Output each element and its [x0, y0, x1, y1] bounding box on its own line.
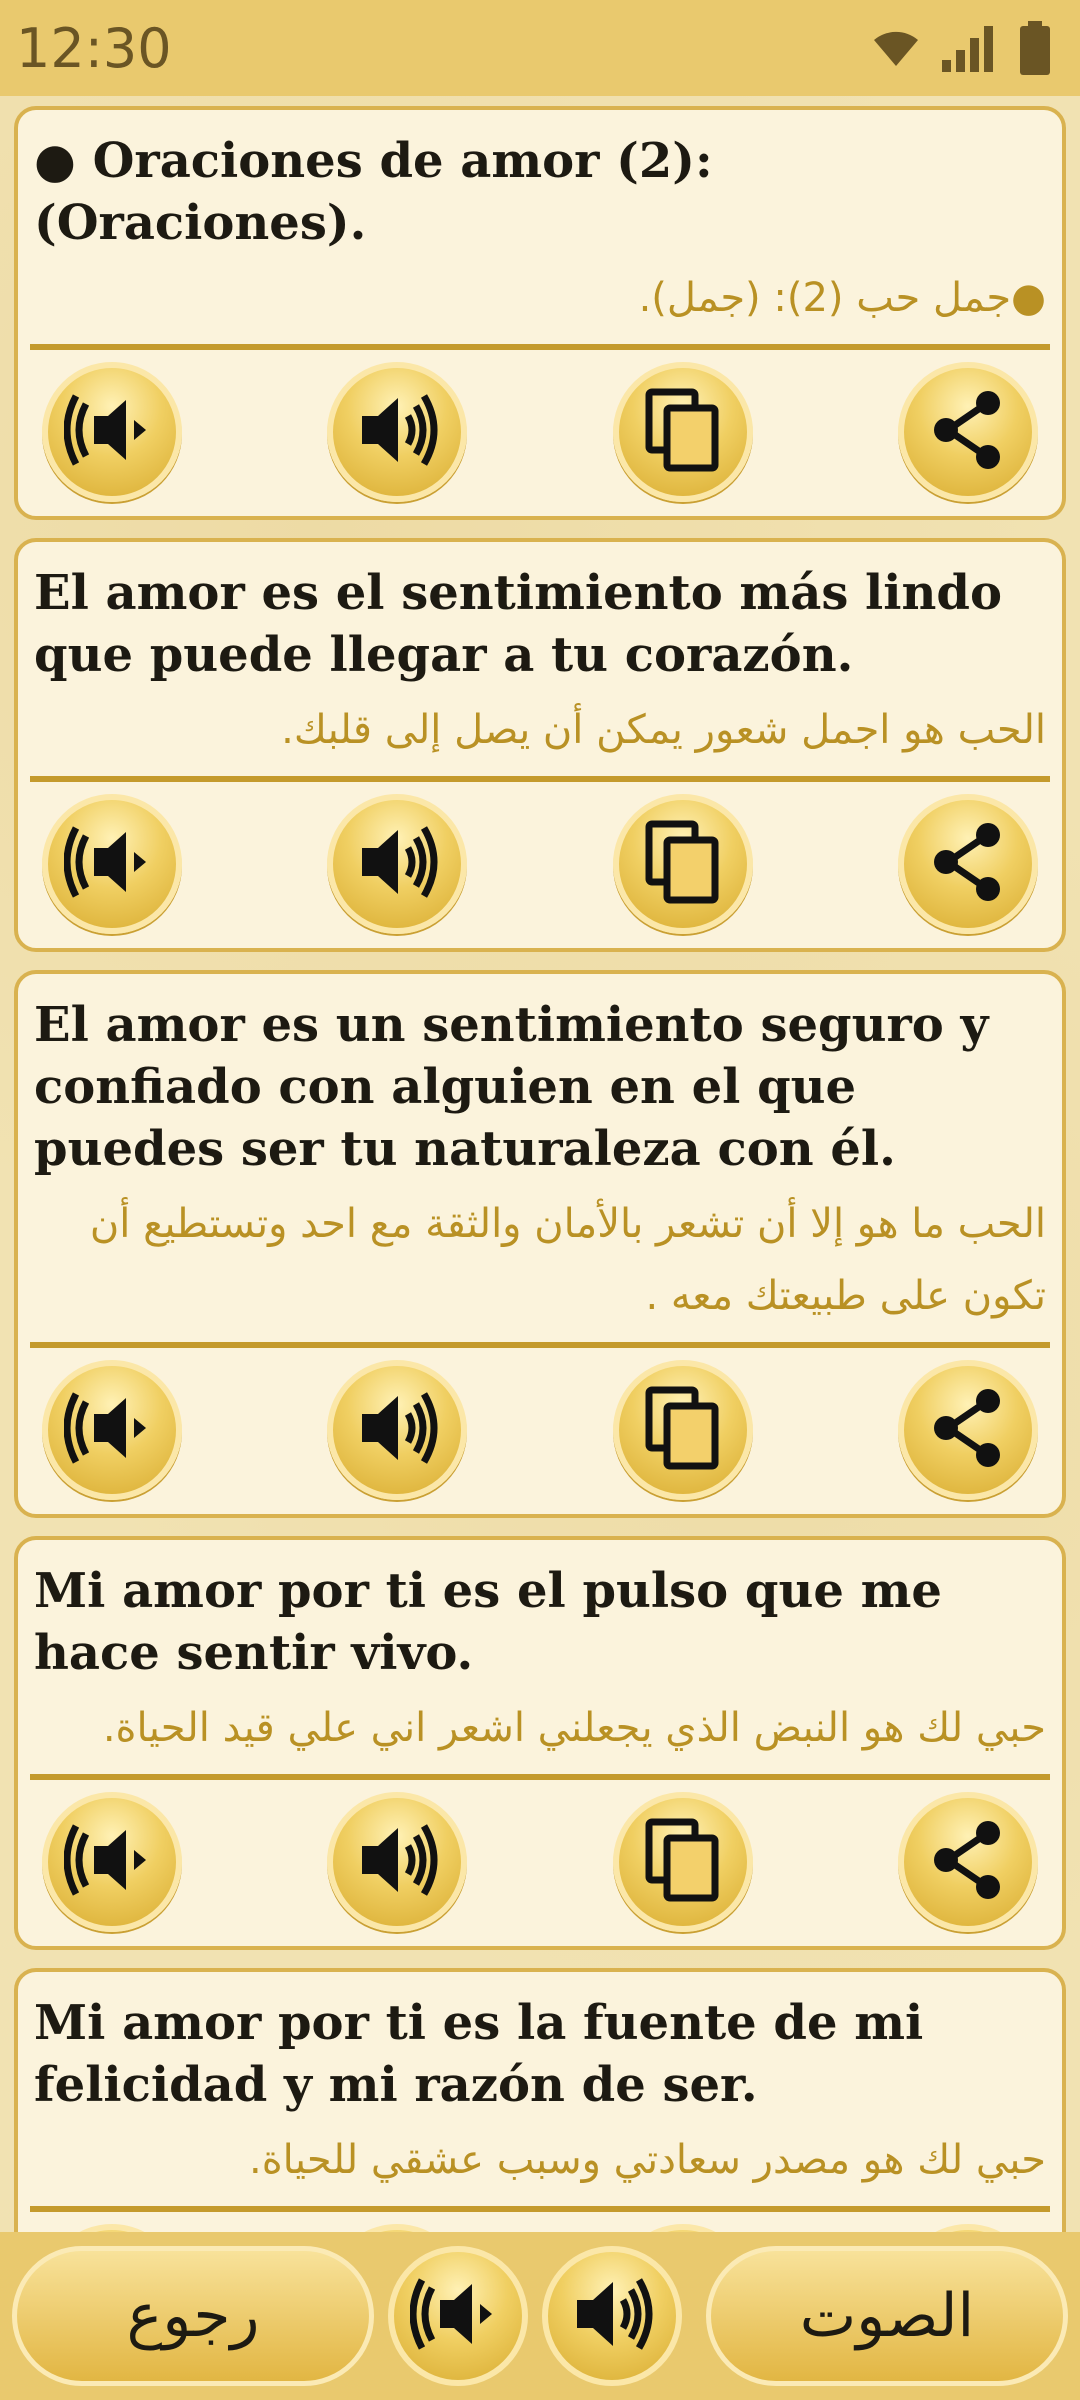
play-button[interactable] — [327, 362, 468, 502]
copy-button[interactable] — [612, 794, 753, 934]
play-button[interactable] — [327, 1360, 468, 1500]
phrase-card: Mi amor por ti es el pulso que me hace s… — [14, 1536, 1066, 1950]
share-icon — [928, 390, 1008, 474]
phrase-card: El amor es un sentimiento seguro y confi… — [14, 970, 1066, 1518]
spanish-text: El amor es el sentimiento más lindo que … — [34, 565, 1002, 683]
slow-speaker-icon — [63, 390, 160, 474]
slow-speaker-icon — [409, 2274, 506, 2358]
share-icon — [928, 1820, 1008, 1904]
slow-speaker-icon — [63, 1388, 160, 1472]
card-actions — [28, 350, 1052, 516]
copy-button[interactable] — [612, 362, 753, 502]
speaker-icon — [352, 822, 442, 906]
spanish-text: El amor es un sentimiento seguro y confi… — [34, 997, 989, 1177]
copy-icon — [643, 820, 723, 908]
play-all-button[interactable] — [542, 2246, 682, 2386]
phrase-card: Mi amor por ti es la fuente de mi felici… — [14, 1968, 1066, 2232]
slow-speaker-icon — [63, 1820, 160, 1904]
copy-icon — [643, 1818, 723, 1906]
share-icon — [928, 822, 1008, 906]
arabic-text: ●جمل حب (2): (جمل). — [638, 275, 1046, 321]
speaker-icon — [567, 2274, 657, 2358]
slow-play-all-button[interactable] — [388, 2246, 528, 2386]
speaker-icon — [352, 390, 442, 474]
share-button[interactable] — [897, 1792, 1038, 1932]
status-time: 12:30 — [16, 16, 172, 80]
play-button[interactable] — [327, 2224, 468, 2232]
slow-play-button[interactable] — [42, 2224, 182, 2232]
copy-button[interactable] — [612, 1360, 753, 1500]
arabic-text: حبي لك هو النبض الذي يجعلني اشعر اني علي… — [102, 1705, 1046, 1751]
phrase-card: ● Oraciones de amor (2): (Oraciones). ●ج… — [14, 106, 1066, 520]
card-actions — [28, 2212, 1052, 2232]
speaker-icon — [352, 1388, 442, 1472]
status-icons — [870, 21, 1052, 75]
battery-icon — [1018, 21, 1052, 75]
back-button[interactable]: رجوع — [12, 2246, 374, 2386]
play-button[interactable] — [327, 794, 468, 934]
share-button[interactable] — [897, 794, 1038, 934]
copy-button[interactable] — [612, 2224, 753, 2232]
slow-play-button[interactable] — [42, 362, 182, 502]
arabic-text: حبي لك هو مصدر سعادتي وسبب عشقي للحياة. — [249, 2137, 1046, 2183]
spanish-text: ● Oraciones de amor (2): (Oraciones). — [34, 133, 713, 251]
spanish-text: Mi amor por ti es el pulso que me hace s… — [34, 1563, 942, 1681]
status-bar: 12:30 — [0, 0, 1080, 96]
copy-icon — [643, 1386, 723, 1474]
copy-button[interactable] — [612, 1792, 753, 1932]
share-button[interactable] — [897, 362, 1038, 502]
signal-icon — [940, 24, 1000, 72]
slow-play-button[interactable] — [42, 794, 182, 934]
slow-play-button[interactable] — [42, 1360, 182, 1500]
phrase-list[interactable]: ● Oraciones de amor (2): (Oraciones). ●ج… — [0, 96, 1080, 2232]
card-actions — [28, 1348, 1052, 1514]
wifi-icon — [870, 26, 922, 70]
spanish-text: Mi amor por ti es la fuente de mi felici… — [34, 1995, 924, 2113]
slow-speaker-icon — [63, 822, 160, 906]
copy-icon — [643, 388, 723, 476]
sound-settings-button[interactable]: الصوت — [706, 2246, 1068, 2386]
share-icon — [928, 1388, 1008, 1472]
speaker-icon — [352, 1820, 442, 1904]
play-button[interactable] — [327, 1792, 468, 1932]
phrase-card: El amor es el sentimiento más lindo que … — [14, 538, 1066, 952]
bottom-bar: رجوع الصوت — [0, 2232, 1080, 2400]
arabic-text: الحب هو اجمل شعور يمكن أن يصل إلى قلبك. — [281, 707, 1046, 753]
arabic-text: الحب ما هو إلا أن تشعر بالأمان والثقة مع… — [89, 1201, 1046, 1319]
slow-play-button[interactable] — [42, 1792, 182, 1932]
card-actions — [28, 782, 1052, 948]
share-button[interactable] — [897, 2224, 1038, 2232]
share-button[interactable] — [897, 1360, 1038, 1500]
card-actions — [28, 1780, 1052, 1946]
